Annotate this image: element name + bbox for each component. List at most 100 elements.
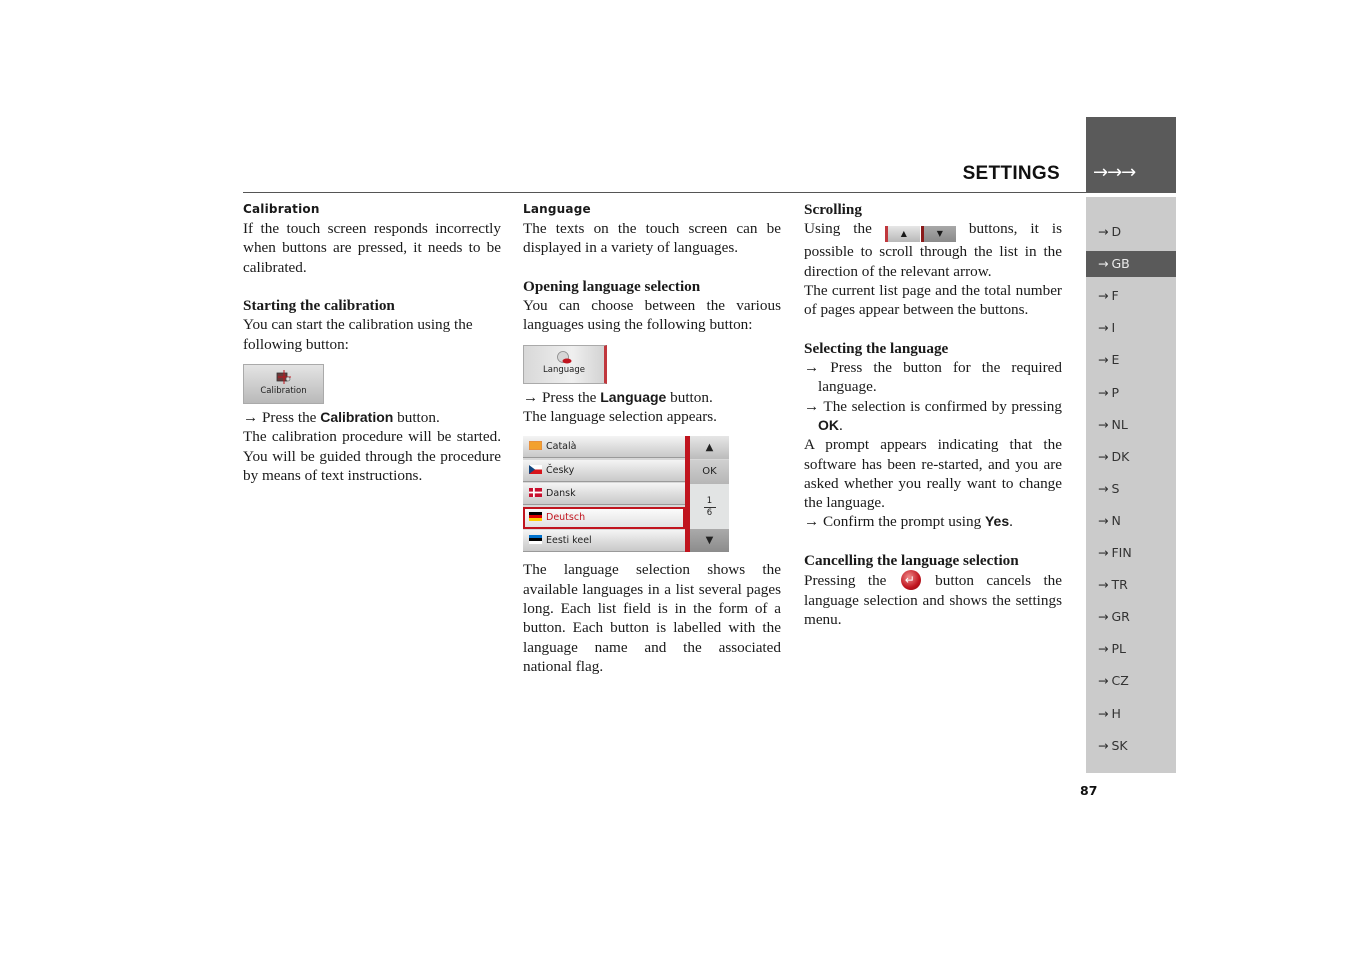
- sidebar-item-gr[interactable]: → GR: [1086, 604, 1176, 630]
- language-option-label: Català: [546, 441, 577, 453]
- subheading: Opening language selection: [523, 277, 701, 295]
- button-caption: Calibration: [260, 385, 307, 396]
- sidebar-item-label: H: [1111, 705, 1121, 721]
- paragraph: You can start the calibration using the …: [243, 316, 473, 353]
- sidebar-item-cz[interactable]: → CZ: [1086, 668, 1176, 694]
- language-option-label: Dansk: [546, 488, 576, 500]
- page-title: SETTINGS: [962, 163, 1060, 184]
- sidebar-item-label: GB: [1111, 256, 1130, 272]
- sidebar-item-label: SK: [1111, 737, 1128, 753]
- german-flag-icon: [529, 511, 542, 521]
- sidebar-item-label: GR: [1111, 609, 1130, 625]
- sidebar-item-f[interactable]: → F: [1086, 283, 1176, 309]
- sidebar-item-gb[interactable]: → GB: [1086, 251, 1176, 278]
- arrow-right-icon: →: [1098, 705, 1109, 721]
- language-option-estonian[interactable]: Eesti keel: [523, 529, 685, 552]
- catalan-flag-icon: [529, 441, 542, 451]
- language-option-label: Česky: [546, 464, 575, 476]
- paragraph: The language selection appears.: [523, 408, 717, 426]
- paragraph: The current list page and the total numb…: [804, 281, 1062, 319]
- paragraph: A prompt appears indicating that the sof…: [804, 436, 1062, 512]
- subheading: Selecting the language: [804, 339, 949, 357]
- estonian-flag-icon: [529, 534, 542, 544]
- button-caption: Language: [543, 365, 585, 376]
- language-button-image: Language: [523, 344, 607, 384]
- sidebar-item-sk[interactable]: → SK: [1086, 733, 1176, 759]
- calibration-section: Calibration If the touch screen responds…: [243, 200, 501, 485]
- sidebar-item-s[interactable]: → S: [1086, 476, 1176, 502]
- sidebar-item-label: I: [1111, 320, 1116, 336]
- language-index-sidebar: → D → GB → F → I → E → P → NL → DK → S → N → FIN → TR → GR → PL → CZ →…: [1086, 197, 1176, 773]
- sidebar-item-nl[interactable]: → NL: [1086, 412, 1176, 438]
- danish-flag-icon: [529, 488, 542, 498]
- arrow-right-icon: →: [1098, 416, 1109, 432]
- language-section: Language The texts on the touch screen c…: [523, 200, 781, 676]
- arrow-right-icon: →: [1098, 512, 1109, 528]
- sidebar-item-label: CZ: [1111, 673, 1129, 689]
- sidebar-item-label: DK: [1111, 448, 1130, 464]
- scroll-down-button-icon: ▼: [920, 226, 956, 243]
- sidebar-item-label: E: [1111, 352, 1120, 368]
- sidebar-item-label: S: [1111, 480, 1120, 496]
- language-option-danish[interactable]: Dansk: [523, 483, 685, 506]
- arrow-right-icon: →: [1098, 384, 1109, 400]
- sidebar-item-fin[interactable]: → FIN: [1086, 540, 1176, 566]
- scroll-up-button[interactable]: ▲: [690, 436, 729, 460]
- instruction-step: → Confirm the prompt using Yes.: [804, 513, 1013, 531]
- instruction-step: → The selection is confirmed by pressing…: [804, 397, 1062, 434]
- back-cancel-icon: [900, 570, 921, 591]
- sidebar-item-label: F: [1111, 288, 1119, 304]
- czech-flag-icon: [529, 464, 542, 474]
- instruction-step: → Press the button for the required lang…: [804, 359, 1062, 396]
- paragraph: Using the ▲ ▼ buttons, it is possible to …: [804, 220, 1063, 280]
- sidebar-item-dk[interactable]: → DK: [1086, 444, 1176, 470]
- sidebar-item-pl[interactable]: → PL: [1086, 636, 1176, 662]
- sidebar-item-n[interactable]: → N: [1086, 508, 1176, 534]
- arrow-right-icon: →: [1098, 320, 1109, 336]
- sidebar-item-label: P: [1111, 384, 1120, 400]
- arrow-right-icon: →: [1098, 224, 1109, 239]
- language-option-german[interactable]: Deutsch: [523, 506, 685, 529]
- language-option-label: Deutsch: [546, 511, 586, 523]
- page-indicator: 1 6: [690, 484, 729, 530]
- language-option-czech[interactable]: Česky: [523, 459, 685, 482]
- page-number: 87: [1080, 783, 1098, 798]
- sidebar-item-label: TR: [1111, 577, 1128, 593]
- arrow-right-icon: →: [1098, 545, 1109, 560]
- arrow-right-icon: →: [1098, 448, 1109, 464]
- sidebar-item-tr[interactable]: → TR: [1086, 572, 1176, 598]
- selection-section: Scrolling Using the ▲ ▼ buttons, it is po…: [804, 200, 1062, 629]
- sidebar-item-i[interactable]: → I: [1086, 315, 1176, 341]
- ok-button[interactable]: OK: [690, 460, 729, 485]
- sidebar-item-d[interactable]: → D: [1086, 219, 1176, 245]
- next-page-arrows-icon: →→→: [1093, 162, 1136, 183]
- arrow-right-icon: →: [1098, 641, 1109, 657]
- instruction-step: → Press the Language button.: [523, 388, 713, 406]
- subheading: Cancelling the language selection: [804, 552, 1019, 570]
- arrow-right-icon: →: [1098, 288, 1109, 304]
- sidebar-item-p[interactable]: → P: [1086, 380, 1176, 406]
- scroll-down-button[interactable]: ▼: [690, 529, 729, 553]
- page-current: 1: [706, 496, 713, 507]
- paragraph: The calibration procedure will be starte…: [243, 428, 501, 484]
- arrow-right-icon: →: [1098, 577, 1109, 593]
- paragraph: The language selection shows the availab…: [523, 561, 781, 675]
- sidebar-item-h[interactable]: → H: [1086, 701, 1176, 727]
- sidebar-item-label: FIN: [1111, 545, 1132, 560]
- scroll-up-button-icon: ▲: [884, 226, 920, 243]
- arrow-right-icon: →: [1098, 480, 1109, 496]
- arrow-right-icon: →: [1098, 737, 1109, 753]
- sidebar-item-label: PL: [1111, 641, 1126, 657]
- sidebar-item-e[interactable]: → E: [1086, 347, 1176, 373]
- paragraph: The texts on the touch screen can be dis…: [523, 220, 781, 257]
- paragraph: If the touch screen responds incorrectly…: [243, 220, 501, 276]
- subheading: Scrolling: [804, 201, 862, 218]
- page-total: 6: [706, 508, 713, 519]
- paragraph: You can choose between the various langu…: [523, 297, 781, 334]
- arrow-right-icon: →: [1098, 609, 1109, 625]
- language-option-catalan[interactable]: Català: [523, 436, 685, 459]
- sidebar-item-label: D: [1111, 224, 1122, 239]
- paragraph: Pressing the button cancels the language…: [804, 570, 1062, 629]
- header-divider: [243, 192, 1086, 193]
- arrow-right-icon: →: [1098, 256, 1109, 272]
